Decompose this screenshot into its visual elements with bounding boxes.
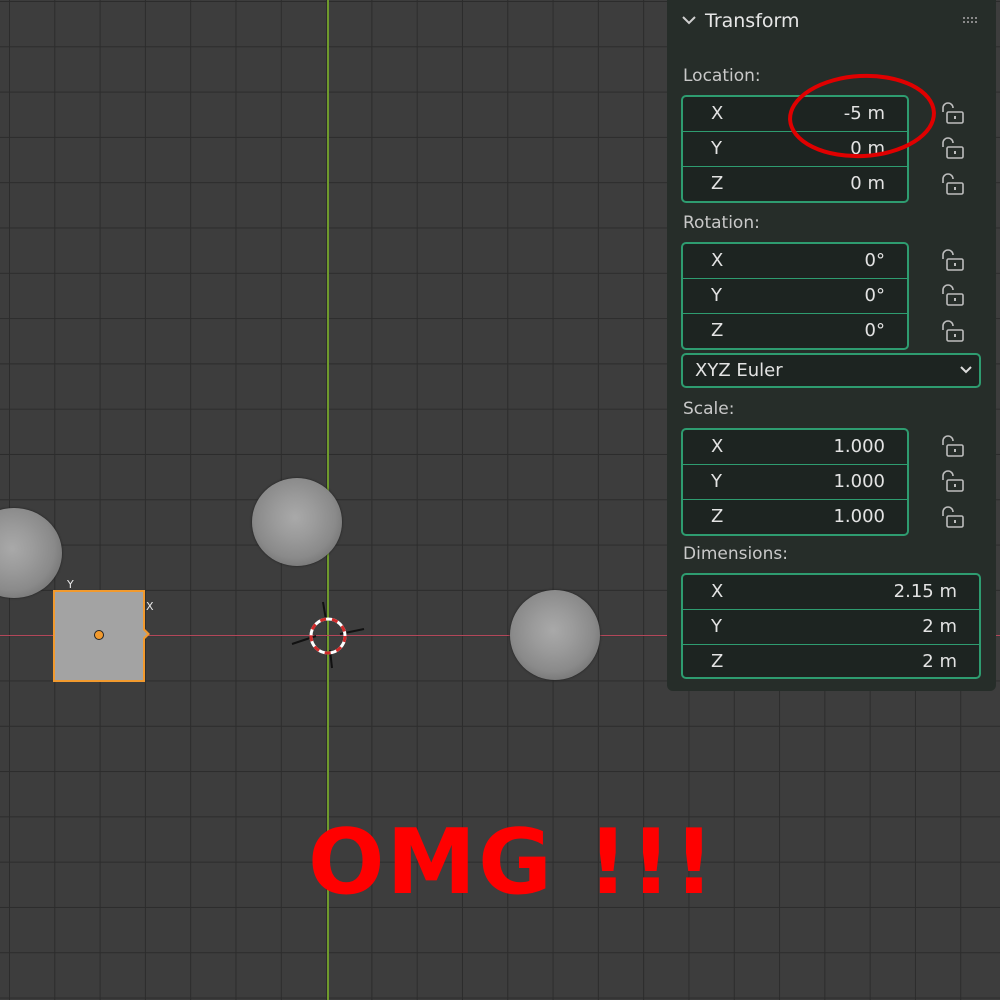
axis-label: Y	[711, 616, 722, 637]
field-value: 2.15 m	[893, 581, 957, 602]
chevron-down-icon[interactable]	[681, 14, 697, 26]
field-value: 1.000	[833, 471, 885, 492]
scale-label: Scale:	[683, 399, 735, 419]
field-value: 0°	[864, 320, 885, 341]
lock-icon[interactable]	[939, 470, 965, 492]
sphere-object[interactable]	[0, 508, 62, 598]
dimensions-x-field[interactable]: X 2.15 m	[683, 575, 979, 610]
cube-edge-marker-inner	[143, 630, 147, 638]
sphere-object[interactable]	[510, 590, 600, 680]
axis-label: Y	[711, 471, 722, 492]
field-value: 0°	[864, 285, 885, 306]
axis-label: Y	[711, 285, 722, 306]
dimensions-y-field[interactable]: Y 2 m	[683, 610, 979, 645]
lock-icon[interactable]	[939, 249, 965, 271]
3d-cursor-icon[interactable]	[290, 600, 366, 670]
axis-label: X	[711, 103, 724, 124]
scale-x-field[interactable]: X 1.000	[683, 430, 907, 465]
sphere-object[interactable]	[252, 478, 342, 566]
rotation-z-field[interactable]: Z 0°	[683, 314, 907, 348]
dimensions-label: Dimensions:	[683, 544, 788, 564]
panel-header[interactable]: Transform	[667, 0, 996, 46]
field-value: 2 m	[922, 651, 957, 672]
rotation-label: Rotation:	[683, 213, 760, 233]
lock-icon[interactable]	[939, 173, 965, 195]
chevron-down-icon	[960, 366, 972, 374]
highlight-circle-annotation	[788, 73, 936, 159]
rotation-x-field[interactable]: X 0°	[683, 244, 907, 279]
scale-y-field[interactable]: Y 1.000	[683, 465, 907, 500]
rotation-fields: X 0° Y 0° Z 0°	[681, 242, 909, 350]
lock-icon[interactable]	[939, 506, 965, 528]
location-z-field[interactable]: Z 0 m	[683, 167, 907, 201]
lock-icon[interactable]	[939, 137, 965, 159]
object-origin-dot[interactable]	[94, 630, 104, 640]
rotation-mode-select[interactable]: XYZ Euler	[681, 353, 981, 388]
axis-label: X	[711, 436, 724, 457]
field-value: 1.000	[833, 436, 885, 457]
field-value: 0°	[864, 250, 885, 271]
field-value: 2 m	[922, 616, 957, 637]
rotation-mode-value: XYZ Euler	[695, 360, 783, 381]
rotation-y-field[interactable]: Y 0°	[683, 279, 907, 314]
location-label: Location:	[683, 66, 761, 86]
axis-label: X	[711, 581, 724, 602]
lock-icon[interactable]	[939, 320, 965, 342]
axis-label: Y	[711, 138, 722, 159]
scale-fields: X 1.000 Y 1.000 Z 1.000	[681, 428, 909, 536]
lock-icon[interactable]	[939, 435, 965, 457]
axis-label: Z	[711, 320, 724, 341]
scale-z-field[interactable]: Z 1.000	[683, 500, 907, 534]
axis-label: X	[711, 250, 724, 271]
panel-title: Transform	[705, 10, 800, 32]
axis-label: Z	[711, 651, 724, 672]
gizmo-x-label: X	[146, 600, 154, 613]
lock-icon[interactable]	[939, 284, 965, 306]
dimensions-z-field[interactable]: Z 2 m	[683, 645, 979, 677]
axis-label: Z	[711, 173, 724, 194]
drag-grip-icon[interactable]	[963, 17, 979, 25]
gizmo-y-label: Y	[67, 578, 74, 591]
lock-icon[interactable]	[939, 102, 965, 124]
dimensions-fields: X 2.15 m Y 2 m Z 2 m	[681, 573, 981, 679]
omg-annotation: OMG !!!	[308, 810, 717, 915]
field-value: 1.000	[833, 506, 885, 527]
field-value: 0 m	[850, 173, 885, 194]
axis-label: Z	[711, 506, 724, 527]
